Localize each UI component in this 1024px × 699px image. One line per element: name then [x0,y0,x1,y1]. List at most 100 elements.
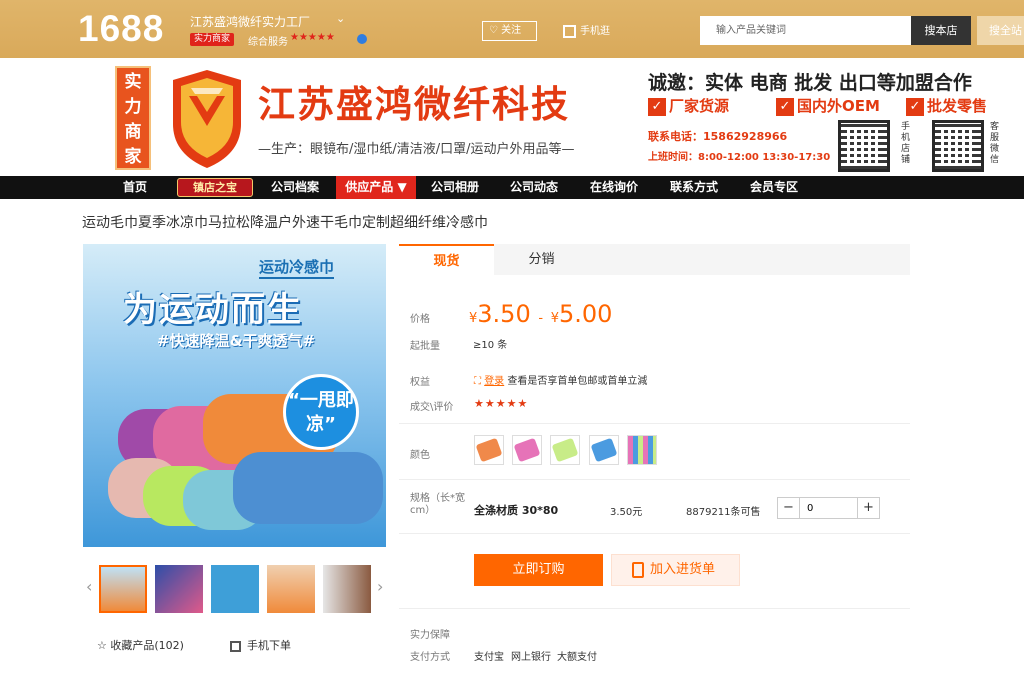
nav-album[interactable]: 公司相册 [422,176,488,199]
image-bubble: “一甩即凉” [283,374,359,450]
product-main-image[interactable]: 运动冷感巾 为运动而生 #快速降温&干爽透气# “一甩即凉” [83,244,386,547]
divider [399,479,910,480]
rating-stars[interactable]: ★★★★★ [474,397,528,410]
favorite-button[interactable]: ☆ 收藏产品(102) [97,637,184,653]
image-tag: 运动冷感巾 [259,256,335,279]
mobile-order-label: 手机下单 [247,639,291,652]
color-swatch-pink[interactable] [512,435,542,465]
add-to-cart-label: 加入进货单 [650,562,716,577]
price-low: 3.50 [477,300,531,328]
company-products: —生产：眼镜布/湿巾纸/清洁液/口罩/运动户外用品等— [258,142,575,157]
thumbnail[interactable] [267,565,315,613]
search-input[interactable] [700,16,911,45]
spec-stock: 8879211条可售 [686,507,761,518]
price-separator: - [538,311,544,326]
tab-distribution[interactable]: 分销 [494,244,589,275]
mobile-label: 手机逛 [580,26,610,37]
thumbnail[interactable] [211,565,259,613]
contact-phone: 联系电话：15862928966 [648,130,788,143]
nav-news[interactable]: 公司动态 [501,176,567,199]
service-label: 综合服务 [248,37,288,48]
work-hours: 上班时间：8:00-12:00 13:30-17:30 [648,152,831,163]
product-title: 运动毛巾夏季冰凉巾马拉松降温户外速干毛巾定制超细纤维冷感巾 [82,215,488,231]
chevron-left-icon[interactable]: ‹ [86,577,92,596]
power-merchant-stamp: 实力商家 [115,66,151,170]
shop-name[interactable]: 江苏盛鸿微纤实力工厂 [190,13,310,30]
divider [399,608,910,609]
payment-method: 支付宝 [474,652,504,663]
nav-profile[interactable]: 公司档案 [262,176,328,199]
spec-label: 规格（长*宽cm） [410,493,465,516]
shop-banner: 实力商家 江苏盛鸿微纤科技 —生产：眼镜布/湿巾纸/清洁液/口罩/运动户外用品等… [0,58,1024,176]
color-swatch-orange[interactable] [474,435,504,465]
service-stars: ★★★★★ [290,32,335,43]
rating-label: 成交\评价 [410,402,454,413]
nav-members[interactable]: 会员专区 [741,176,807,199]
info-icon[interactable] [357,34,367,44]
thumbnail[interactable] [323,565,371,613]
search-store-button[interactable]: 搜本店 [911,16,971,45]
quantity-plus-button[interactable]: + [857,498,879,518]
check-icon: ✓ [776,97,794,116]
login-link[interactable]: 登录 [484,376,504,387]
shop-nav: 首页 镇店之宝 公司档案 供应产品 ▼ 公司相册 公司动态 在线询价 联系方式 … [0,176,1024,199]
search-all-button[interactable]: 搜全站 [977,16,1024,45]
quantity-stepper: − + [777,497,880,519]
price-range: ¥3.50 - ¥5.00 [469,300,612,328]
spec-name: 全涤材质 30*80 [474,504,559,517]
quantity-input[interactable] [801,498,857,518]
add-to-cart-button[interactable]: 加入进货单 [611,554,740,586]
follow-label: 关注 [501,25,522,36]
tab-in-stock[interactable]: 现货 [399,244,494,275]
thumbnail[interactable] [99,565,147,613]
invite-text: 诚邀：实体 电商 批发 出口等加盟合作 [648,72,972,94]
check-icon: ✓ [906,97,924,116]
towel-blue [233,452,383,524]
qr-label: 客服微信 [990,122,1000,165]
check-item: ✓ 国内外OEM [776,95,880,116]
quantity-minus-button[interactable]: − [778,498,800,518]
chevron-right-icon[interactable]: › [377,577,383,596]
nav-products[interactable]: 供应产品 ▼ [336,176,416,199]
company-name: 江苏盛鸿微纤科技 [258,83,570,126]
image-subtitle: #快速降温&干爽透气# [157,332,316,350]
mobile-order-link[interactable]: 手机下单 [230,637,291,653]
payment-method: 网上银行 [511,652,551,663]
divider [399,423,910,424]
qrcode-icon [563,24,576,38]
payment-label: 支付方式 [410,652,450,663]
nav-treasure[interactable]: 镇店之宝 [177,178,253,197]
qrcode-icon [838,120,890,172]
moq-value: ≥10 条 [473,340,508,351]
top-bar: 1688 江苏盛鸿微纤实力工厂 ⌄ 实力商家 综合服务 ★★★★★ ♡ 关注 手… [0,0,1024,58]
image-headline: 为运动而生 [123,290,303,330]
check-item: ✓ 批发零售 [906,95,987,116]
rights-text: 查看是否享首单包邮或首单立減 [507,376,648,387]
shield-logo-icon [173,70,241,168]
qr-label: 手机店铺 [901,122,911,165]
1688-logo[interactable]: 1688 [78,8,164,50]
heart-icon: ♡ [489,25,502,36]
color-swatch-mixed[interactable] [627,435,657,465]
moq-label: 起批量 [410,341,440,352]
follow-button[interactable]: ♡ 关注 [482,21,537,41]
color-swatch-blue[interactable] [589,435,619,465]
buy-now-button[interactable]: 立即订购 [474,554,603,586]
nav-home[interactable]: 首页 [110,176,160,199]
color-swatch-green[interactable] [550,435,580,465]
nav-inquiry[interactable]: 在线询价 [581,176,647,199]
qrcode-icon [230,640,241,652]
check-item: ✓ 厂家货源 [648,95,729,116]
price-label: 价格 [410,314,430,325]
payment-method: 大额支付 [557,652,597,663]
gift-icon: ⛶ [474,376,485,387]
nav-contact[interactable]: 联系方式 [661,176,727,199]
price-high: 5.00 [558,300,613,328]
currency-symbol: ¥ [550,311,559,326]
check-icon: ✓ [648,97,666,116]
guarantee-label: 实力保障 [410,630,450,641]
chevron-down-icon[interactable]: ⌄ [336,12,345,25]
mobile-browse-link[interactable]: 手机逛 [563,22,610,38]
thumbnail[interactable] [155,565,203,613]
color-label: 颜色 [410,450,430,461]
